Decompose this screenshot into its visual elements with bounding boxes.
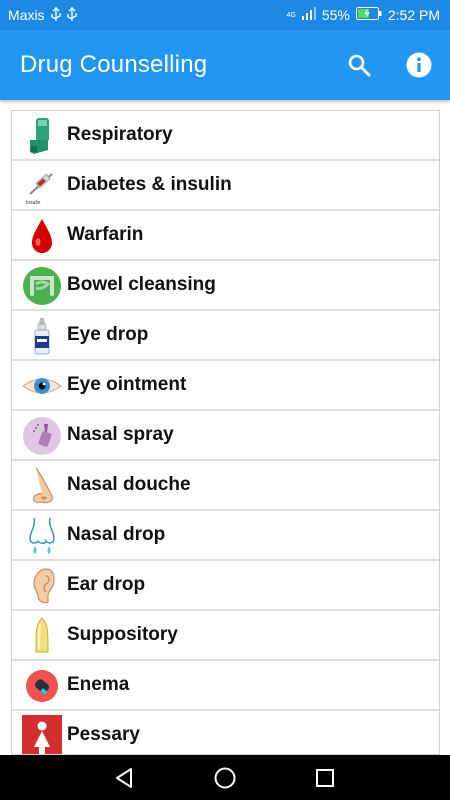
list-item-label: Eye ointment	[67, 374, 187, 395]
network-type-label: 4G	[286, 11, 296, 19]
list-item-label: Pessary	[67, 724, 140, 745]
list-item-label: Nasal spray	[67, 424, 174, 445]
battery-charging-icon	[355, 7, 382, 23]
signal-icon	[301, 7, 316, 23]
list-item-warfarin[interactable]: Warfarin	[12, 211, 439, 261]
eye-icon	[21, 365, 63, 407]
search-icon[interactable]	[346, 52, 372, 78]
list-item-label: Respiratory	[67, 124, 173, 145]
clock: 2:52 PM	[387, 7, 440, 23]
list-item-eye-drop[interactable]: Eye drop	[12, 311, 439, 361]
list-item-label: Ear drop	[67, 574, 146, 595]
list-item-label: Suppository	[67, 624, 178, 645]
app-bar: Drug Counselling	[0, 30, 450, 100]
list-item-eye-ointment[interactable]: Eye ointment	[12, 361, 439, 411]
list-item-nasal-douche[interactable]: Nasal douche	[12, 461, 439, 511]
navigation-bar	[0, 755, 450, 800]
list-item-diabetes-insulin[interactable]: Insulin Diabetes & insulin	[12, 161, 439, 211]
list-item-enema[interactable]: Enema	[12, 661, 439, 711]
enema-icon	[21, 665, 63, 707]
blood-drop-icon	[21, 215, 63, 257]
list-item-bowel-cleansing[interactable]: Bowel cleansing	[12, 261, 439, 311]
list-item-label: Nasal drop	[67, 524, 166, 545]
list-item-respiratory[interactable]: Respiratory	[12, 111, 439, 161]
list-item-nasal-drop[interactable]: Nasal drop	[12, 511, 439, 561]
nasal-spray-icon	[21, 415, 63, 457]
list-item-label: Nasal douche	[67, 474, 191, 495]
info-icon[interactable]	[406, 52, 432, 78]
status-right: 4G 55% 2:52 PM	[286, 0, 440, 30]
list-item-ear-drop[interactable]: Ear drop	[12, 561, 439, 611]
list-item-label: Warfarin	[67, 224, 144, 245]
nose-icon	[21, 465, 63, 507]
status-left: Maxis	[8, 0, 77, 30]
list-item-nasal-spray[interactable]: Nasal spray	[12, 411, 439, 461]
suppository-icon	[21, 615, 63, 657]
carrier-label: Maxis	[8, 7, 45, 23]
list-item-label: Bowel cleansing	[67, 274, 216, 295]
back-icon[interactable]	[112, 765, 138, 791]
list-item-suppository[interactable]: Suppository	[12, 611, 439, 661]
usb-icon	[66, 6, 77, 24]
battery-percent: 55%	[321, 7, 350, 23]
insulin-caption: Insulin	[26, 200, 41, 206]
counselling-topic-list: Respiratory Insulin Diabetes & insulin W…	[11, 110, 440, 755]
insulin-syringe-icon: Insulin	[21, 165, 63, 207]
usb-icon	[50, 6, 61, 24]
recents-icon[interactable]	[312, 765, 338, 791]
page-title: Drug Counselling	[20, 51, 208, 78]
list-item-pessary[interactable]: Pessary	[12, 711, 439, 754]
list-item-label: Eye drop	[67, 324, 149, 345]
nose-drop-icon	[21, 515, 63, 557]
home-icon[interactable]	[212, 765, 238, 791]
eye-drop-bottle-icon	[21, 315, 63, 357]
status-bar: Maxis 4G 55% 2:52 PM	[0, 0, 450, 30]
pessary-icon	[21, 715, 63, 754]
list-item-label: Enema	[67, 674, 130, 695]
list-item-label: Diabetes & insulin	[67, 174, 232, 195]
inhaler-icon	[21, 115, 63, 157]
intestine-icon	[21, 265, 63, 307]
ear-icon	[21, 565, 63, 607]
